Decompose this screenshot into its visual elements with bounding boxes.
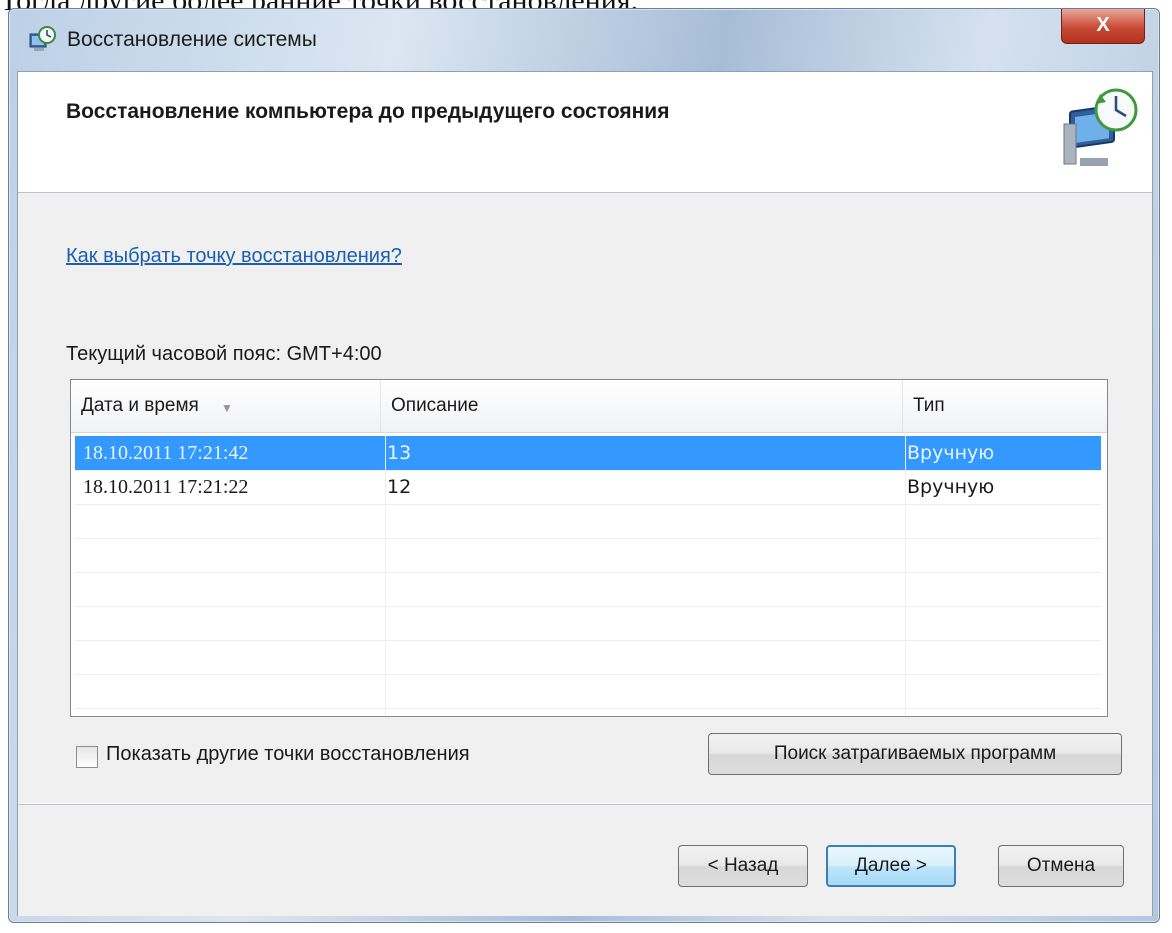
grid-line bbox=[75, 572, 1101, 573]
show-more-checkbox-label: Показать другие точки восстановления bbox=[106, 743, 470, 765]
column-header-description[interactable]: Описание bbox=[381, 380, 903, 432]
table-header: ▼ Дата и время Описание Тип bbox=[71, 380, 1107, 433]
back-button[interactable]: < Назад bbox=[678, 845, 808, 887]
dialog-footer: < Назад Далее > Отмена bbox=[18, 804, 1152, 916]
table-row[interactable]: 18.10.2011 17:21:42 13 Вручную bbox=[75, 436, 1101, 471]
window-title: Восстановление системы bbox=[67, 28, 317, 51]
cancel-button[interactable]: Отмена bbox=[998, 845, 1124, 887]
table-row[interactable]: 18.10.2011 17:21:22 12 Вручную bbox=[75, 470, 1101, 505]
show-more-checkbox[interactable] bbox=[76, 746, 98, 768]
dialog-header: Восстановление компьютера до предыдущего… bbox=[18, 72, 1152, 193]
close-icon: X bbox=[1096, 14, 1110, 36]
grid-line bbox=[75, 606, 1101, 607]
cell-datetime: 18.10.2011 17:21:42 bbox=[83, 442, 249, 464]
cell-description: 12 bbox=[387, 476, 412, 498]
dialog-client-area: Восстановление компьютера до предыдущего… bbox=[17, 71, 1153, 916]
page-title: Восстановление компьютера до предыдущего… bbox=[66, 100, 670, 123]
grid-line bbox=[75, 538, 1101, 539]
grid-line bbox=[75, 640, 1101, 641]
column-divider bbox=[385, 432, 386, 716]
close-button[interactable]: X bbox=[1061, 9, 1145, 44]
sort-arrow-icon: ▼ bbox=[221, 401, 233, 415]
cell-description: 13 bbox=[387, 442, 412, 464]
help-link-choose-restore-point[interactable]: Как выбрать точку восстановления? bbox=[66, 245, 402, 268]
scan-affected-programs-button[interactable]: Поиск затрагиваемых программ bbox=[708, 733, 1122, 775]
cell-datetime: 18.10.2011 17:21:22 bbox=[83, 476, 249, 498]
grid-line bbox=[75, 674, 1101, 675]
column-header-type-label: Тип bbox=[913, 395, 945, 416]
system-restore-window: Восстановление системы X Восстановление … bbox=[8, 8, 1160, 923]
column-header-type[interactable]: Тип bbox=[903, 380, 1107, 432]
dialog-content: Как выбрать точку восстановления? Текущи… bbox=[18, 193, 1152, 803]
timezone-label: Текущий часовой пояс: GMT+4:00 bbox=[66, 343, 382, 365]
column-divider bbox=[905, 432, 906, 716]
cell-type: Вручную bbox=[907, 476, 995, 498]
restore-computer-icon bbox=[1063, 88, 1138, 166]
column-header-description-label: Описание bbox=[391, 395, 479, 416]
grid-line bbox=[75, 708, 1101, 709]
next-button[interactable]: Далее > bbox=[826, 845, 956, 887]
title-bar: Восстановление системы X bbox=[9, 9, 1159, 71]
system-restore-icon bbox=[29, 26, 56, 51]
restore-points-table: ▼ Дата и время Описание Тип 18.10.2011 1… bbox=[70, 379, 1108, 717]
column-header-datetime[interactable]: ▼ Дата и время bbox=[71, 380, 381, 432]
column-header-datetime-label: Дата и время bbox=[81, 395, 199, 416]
cell-type: Вручную bbox=[907, 442, 995, 464]
